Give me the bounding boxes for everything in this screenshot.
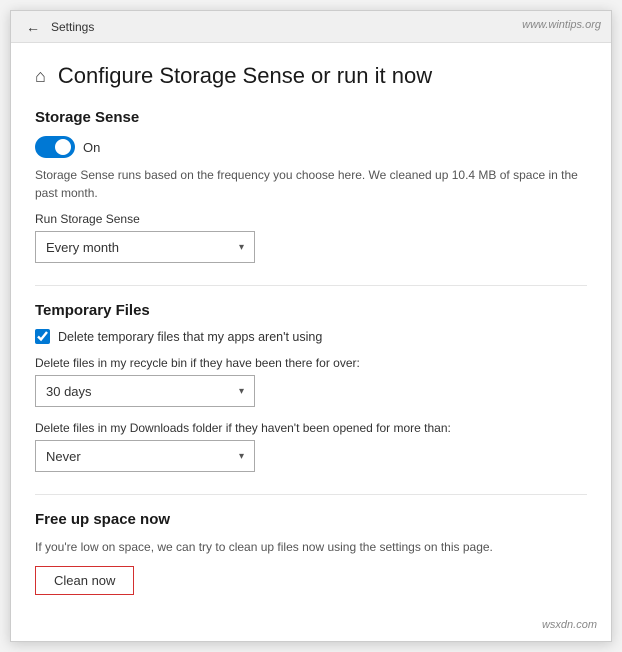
free-up-space-title: Free up space now — [35, 511, 587, 528]
page-header: ⌂ Configure Storage Sense or run it now — [35, 63, 587, 89]
downloads-label: Delete files in my Downloads folder if t… — [35, 421, 587, 435]
recycle-value: 30 days — [46, 384, 92, 399]
clean-now-button[interactable]: Clean now — [35, 566, 134, 595]
run-storage-sense-label: Run Storage Sense — [35, 212, 587, 226]
titlebar-title: Settings — [51, 20, 94, 34]
run-storage-sense-dropdown[interactable]: Every month ▾ — [35, 231, 255, 263]
recycle-dropdown[interactable]: 30 days ▾ — [35, 375, 255, 407]
page-content: ⌂ Configure Storage Sense or run it now … — [11, 43, 611, 641]
run-dropdown-arrow: ▾ — [239, 242, 244, 253]
recycle-dropdown-arrow: ▾ — [239, 386, 244, 397]
storage-sense-description: Storage Sense runs based on the frequenc… — [35, 166, 587, 202]
top-watermark: www.wintips.org — [522, 19, 601, 31]
divider-2 — [35, 494, 587, 495]
recycle-label: Delete files in my recycle bin if they h… — [35, 356, 587, 370]
delete-temp-checkbox[interactable] — [35, 329, 50, 344]
run-storage-sense-value: Every month — [46, 240, 119, 255]
back-button[interactable]: ← — [21, 15, 45, 39]
toggle-slider — [35, 136, 75, 158]
delete-temp-label: Delete temporary files that my apps aren… — [58, 330, 322, 344]
bottom-watermark: wsxdn.com — [542, 619, 597, 631]
storage-sense-section: Storage Sense On Storage Sense runs base… — [35, 109, 587, 263]
settings-window: www.wintips.org ← Settings ⌂ Configure S… — [10, 10, 612, 642]
toggle-on-label: On — [83, 140, 100, 155]
temporary-files-title: Temporary Files — [35, 302, 587, 319]
home-icon[interactable]: ⌂ — [35, 66, 46, 87]
delete-temp-row: Delete temporary files that my apps aren… — [35, 329, 587, 344]
divider-1 — [35, 285, 587, 286]
storage-sense-toggle-row: On — [35, 136, 587, 158]
free-up-space-description: If you're low on space, we can try to cl… — [35, 538, 587, 556]
downloads-dropdown-arrow: ▾ — [239, 451, 244, 462]
downloads-value: Never — [46, 449, 81, 464]
storage-sense-toggle[interactable] — [35, 136, 75, 158]
free-up-space-section: Free up space now If you're low on space… — [35, 511, 587, 595]
storage-sense-title: Storage Sense — [35, 109, 587, 126]
downloads-dropdown[interactable]: Never ▾ — [35, 440, 255, 472]
titlebar: ← Settings — [11, 11, 611, 43]
temporary-files-section: Temporary Files Delete temporary files t… — [35, 302, 587, 472]
page-title: Configure Storage Sense or run it now — [58, 63, 432, 89]
